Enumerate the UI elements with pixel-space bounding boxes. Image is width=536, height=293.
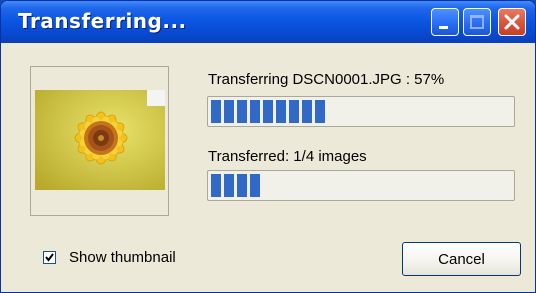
thumbnail-frame (30, 66, 169, 216)
progress-segment (315, 100, 325, 123)
progress-segment (224, 100, 234, 123)
dialog-body: Transferring DSCN0001.JPG : 57% Transfer… (1, 43, 535, 292)
count-progress-fill (211, 174, 263, 197)
maximize-icon (470, 15, 484, 29)
count-progress-bar (207, 170, 515, 201)
show-thumbnail-checkbox[interactable] (43, 251, 56, 264)
maximize-button[interactable] (463, 8, 491, 36)
progress-segment (250, 100, 260, 123)
progress-segment (237, 100, 247, 123)
close-icon (504, 14, 520, 30)
checkmark-icon (45, 253, 54, 262)
show-thumbnail-label: Show thumbnail (69, 249, 176, 266)
file-progress-bar (207, 96, 515, 127)
progress-segment (250, 174, 260, 197)
progress-segment (289, 100, 299, 123)
progress-segment (211, 100, 221, 123)
minimize-icon (439, 26, 448, 29)
progress-segment (263, 100, 273, 123)
progress-segment (211, 174, 221, 197)
transfer-dialog: Transferring... Transferring DSCN0001.JP… (0, 0, 536, 293)
close-button[interactable] (498, 8, 526, 36)
window-title: Transferring... (18, 9, 187, 33)
progress-segment (224, 174, 234, 197)
minimize-button[interactable] (431, 8, 459, 36)
sunflower-thumbnail (35, 90, 165, 190)
cancel-button[interactable]: Cancel (402, 242, 521, 276)
title-bar[interactable]: Transferring... (1, 1, 535, 43)
file-progress-fill (211, 100, 328, 123)
file-status-text: Transferring DSCN0001.JPG : 57% (208, 71, 445, 88)
count-status-text: Transferred: 1/4 images (208, 148, 367, 165)
progress-segment (302, 100, 312, 123)
show-thumbnail-option[interactable]: Show thumbnail (43, 249, 176, 266)
progress-segment (237, 174, 247, 197)
progress-segment (276, 100, 286, 123)
